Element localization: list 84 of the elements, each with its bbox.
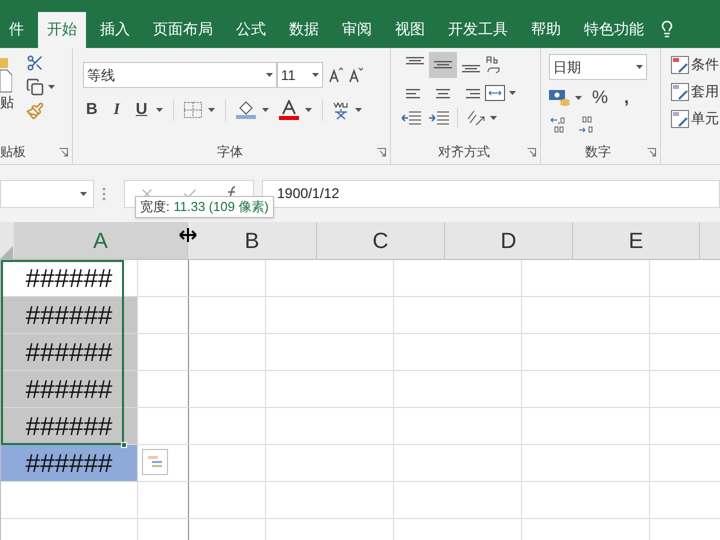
increase-font-icon[interactable]: [329, 67, 343, 83]
ribbon-tab[interactable]: 插入: [91, 12, 139, 48]
font-name-field[interactable]: 等线: [83, 62, 277, 88]
table-style-icon: [671, 56, 689, 74]
align-lines-icon: [406, 57, 424, 65]
font-color-icon[interactable]: [279, 100, 300, 120]
grip-icon[interactable]: [102, 186, 106, 200]
dialog-launcher-icon[interactable]: [59, 148, 68, 156]
styles-button[interactable]: 条件: [671, 54, 720, 75]
merge-center-icon[interactable]: [485, 85, 505, 101]
scissors-icon[interactable]: [26, 54, 44, 72]
table-cell[interactable]: ######: [1, 371, 137, 407]
caret-icon: [156, 108, 164, 112]
border-icon[interactable]: [184, 102, 202, 118]
phonetic-icon[interactable]: [333, 100, 350, 120]
table-cell[interactable]: ######: [1, 445, 137, 481]
table-cell[interactable]: ######: [1, 297, 137, 333]
column-header[interactable]: D: [445, 222, 573, 259]
align-lines-icon: [462, 65, 480, 73]
table-cell[interactable]: ######: [1, 408, 137, 444]
align-lines-icon: [434, 87, 452, 99]
group-label: 数字: [585, 143, 611, 162]
resize-cursor-icon: [179, 228, 197, 242]
caret-icon: [305, 108, 312, 112]
underline-button[interactable]: U: [132, 98, 150, 122]
ribbon-tab[interactable]: 开发工具: [439, 12, 517, 48]
orientation-icon[interactable]: [466, 109, 486, 127]
group-label: 贴板: [0, 143, 26, 162]
fill-handle[interactable]: [121, 442, 127, 448]
currency-icon[interactable]: [549, 88, 571, 106]
ribbon-tab[interactable]: 页面布局: [144, 12, 222, 48]
ribbon-tab[interactable]: 审阅: [333, 12, 381, 48]
caret-icon: [266, 73, 273, 77]
column-header[interactable]: E: [573, 222, 700, 259]
font-size-field[interactable]: 11: [277, 62, 323, 88]
tooltip-label: 宽度:: [140, 198, 170, 216]
bold-button[interactable]: B: [83, 98, 101, 122]
increase-indent-icon[interactable]: [429, 111, 449, 125]
dialog-launcher-icon[interactable]: [527, 148, 536, 156]
ribbon-tab[interactable]: 视图: [386, 12, 434, 48]
group-label: 对齐方式: [438, 143, 490, 162]
paste-button[interactable]: 贴: [0, 94, 14, 110]
caret-icon: [262, 108, 270, 112]
caret-icon: [80, 192, 87, 196]
align-lines-icon: [434, 61, 452, 69]
table-style-icon: [671, 82, 689, 100]
ribbon-tab[interactable]: 开始: [38, 12, 86, 48]
comma-button[interactable]: ,: [618, 84, 636, 111]
decrease-indent-icon[interactable]: [401, 111, 421, 125]
percent-button[interactable]: %: [588, 84, 612, 111]
increase-decimal-icon[interactable]: [549, 115, 567, 135]
fill-color-icon[interactable]: [236, 101, 256, 119]
ribbon-tab[interactable]: 公式: [227, 12, 275, 48]
column-header[interactable]: A: [14, 222, 188, 259]
table-cell[interactable]: ######: [1, 334, 137, 370]
ribbon-tab[interactable]: 件: [0, 12, 33, 48]
decrease-font-icon[interactable]: [349, 67, 363, 83]
caret-icon: [575, 96, 582, 100]
styles-button[interactable]: 单元: [671, 108, 720, 129]
caret-icon: [208, 108, 216, 112]
caret-icon: [48, 85, 55, 89]
ribbon-tab[interactable]: 特色功能: [575, 12, 653, 48]
caret-icon: [312, 73, 319, 77]
caret-icon: [490, 116, 497, 120]
copy-icon[interactable]: [26, 78, 44, 96]
table-style-icon: [671, 110, 689, 128]
number-format-field[interactable]: 日期: [549, 54, 647, 80]
decrease-decimal-icon[interactable]: [577, 115, 595, 135]
italic-button[interactable]: I: [110, 98, 123, 122]
ribbon-tab[interactable]: 数据: [280, 12, 328, 48]
ribbon-tab[interactable]: 帮助: [522, 12, 570, 48]
dialog-launcher-icon[interactable]: [647, 148, 656, 156]
dialog-launcher-icon[interactable]: [377, 148, 386, 156]
group-label: 字体: [217, 143, 243, 162]
bars-icon: [147, 454, 163, 470]
styles-button[interactable]: 套用: [671, 81, 720, 102]
clipboard-icon[interactable]: [0, 58, 12, 94]
paintbrush-icon[interactable]: [26, 102, 44, 120]
column-header[interactable]: C: [317, 222, 445, 259]
caret-icon: [636, 65, 643, 69]
column-header[interactable]: B: [188, 222, 317, 259]
caret-icon: [509, 91, 516, 95]
caret-icon: [355, 108, 362, 112]
align-button[interactable]: [429, 52, 457, 78]
